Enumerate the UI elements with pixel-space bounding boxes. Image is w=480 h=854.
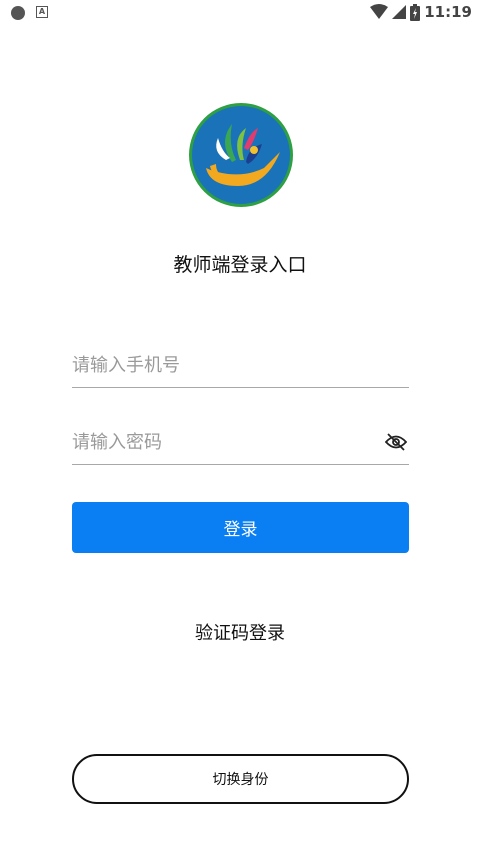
app-logo: [189, 103, 293, 207]
signal-icon: [392, 5, 407, 19]
status-bar: A 11:19: [0, 0, 480, 26]
status-icons: 11:19: [370, 3, 472, 21]
battery-icon: [410, 3, 421, 21]
phone-input[interactable]: [72, 347, 372, 383]
wifi-icon: [370, 4, 389, 19]
switch-role-button[interactable]: 切换身份: [72, 754, 409, 804]
password-field: [72, 424, 409, 465]
app-notice-icon: A: [36, 6, 48, 18]
clock: 11:19: [424, 3, 472, 21]
page-title: 教师端登录入口: [173, 254, 307, 276]
password-input[interactable]: [72, 424, 372, 460]
login-button[interactable]: 登录: [72, 502, 409, 553]
phone-field: [72, 347, 409, 388]
toggle-password-visibility-icon[interactable]: [385, 432, 407, 452]
notification-dot-icon: [11, 6, 25, 20]
sms-login-link[interactable]: 验证码登录: [0, 619, 480, 645]
